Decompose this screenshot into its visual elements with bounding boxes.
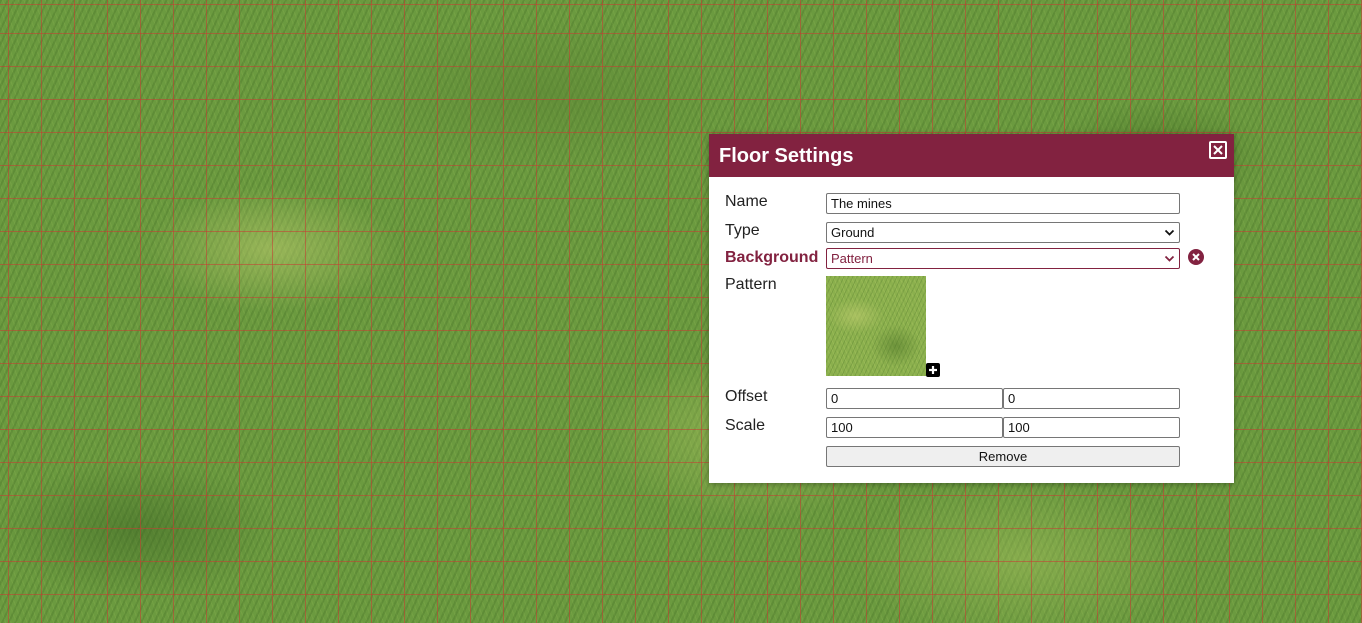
- remove-circle-icon[interactable]: [1188, 249, 1204, 265]
- background-value: Pattern: [831, 251, 873, 266]
- scale-y-input[interactable]: 100: [1003, 417, 1180, 438]
- name-input[interactable]: The mines: [826, 193, 1180, 214]
- name-label: Name: [725, 193, 768, 210]
- pattern-preview[interactable]: [826, 276, 926, 376]
- type-value: Ground: [831, 225, 875, 240]
- offset-x-input[interactable]: 0: [826, 388, 1003, 409]
- scale-x-input[interactable]: 100: [826, 417, 1003, 438]
- floor-settings-dialog: Floor Settings Name The mines Type Groun…: [709, 134, 1234, 483]
- offset-y-input[interactable]: 0: [1003, 388, 1180, 409]
- type-select[interactable]: Ground: [826, 222, 1180, 243]
- background-label: Background: [725, 249, 819, 266]
- name-value: The mines: [831, 196, 892, 211]
- scale-label: Scale: [725, 417, 766, 434]
- pattern-label: Pattern: [725, 276, 777, 293]
- chevron-down-icon: [1164, 229, 1175, 236]
- dialog-title: Floor Settings: [719, 145, 854, 167]
- offset-label: Offset: [725, 388, 768, 405]
- background-select[interactable]: Pattern: [826, 248, 1180, 269]
- plus-icon[interactable]: [926, 363, 940, 377]
- dialog-header: Floor Settings: [709, 134, 1234, 177]
- chevron-down-icon: [1164, 255, 1175, 262]
- type-label: Type: [725, 222, 760, 239]
- close-icon[interactable]: [1209, 141, 1227, 159]
- remove-button[interactable]: Remove: [826, 446, 1180, 467]
